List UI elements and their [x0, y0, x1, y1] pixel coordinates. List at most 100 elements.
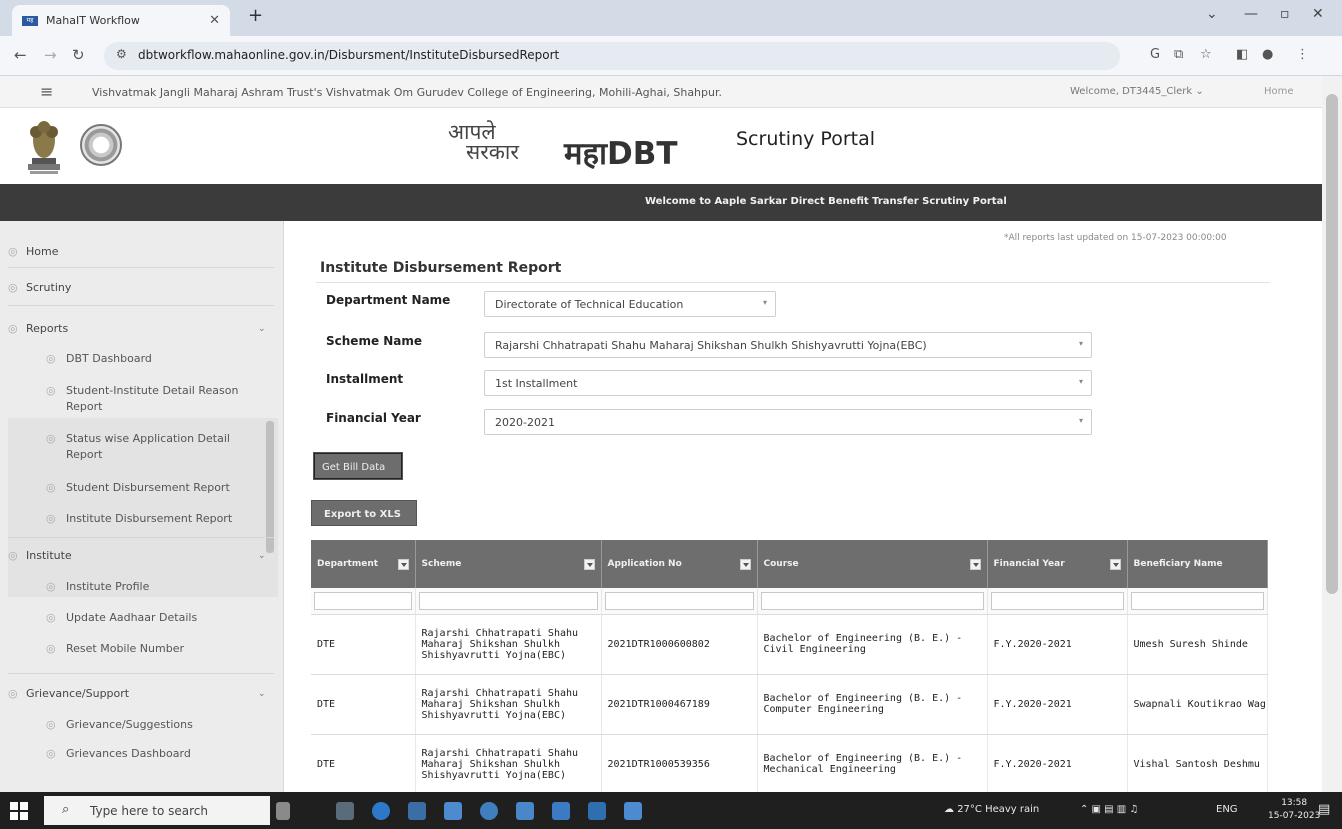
- bookmark-star-icon[interactable]: ☆: [1200, 47, 1212, 62]
- close-window-icon[interactable]: ✕: [1312, 6, 1324, 22]
- side-panel-icon[interactable]: ◧: [1236, 47, 1248, 62]
- taskbar-search-box[interactable]: ⌕ Type here to search: [44, 796, 270, 825]
- sidebar-subitem-grievance-suggestions[interactable]: ◎ Grievance/Suggestions: [0, 718, 270, 731]
- profile-avatar-icon[interactable]: ●: [1262, 47, 1273, 62]
- sidebar-scrollbar[interactable]: [266, 421, 274, 553]
- filter-dropdown-icon[interactable]: [397, 559, 409, 570]
- close-tab-icon[interactable]: ✕: [209, 13, 220, 28]
- department-select[interactable]: Directorate of Technical Education ▾: [484, 291, 776, 317]
- windows-start-icon[interactable]: [10, 802, 28, 820]
- word-icon[interactable]: [552, 802, 570, 820]
- chevron-down-icon[interactable]: ⌄: [258, 689, 266, 699]
- column-header-application-no[interactable]: Application No: [601, 540, 758, 588]
- menu-toggle-icon[interactable]: ≡: [40, 82, 53, 101]
- language-indicator[interactable]: ENG: [1216, 804, 1238, 815]
- scheme-select[interactable]: Rajarshi Chhatrapati Shahu Maharaj Shiks…: [484, 332, 1092, 358]
- sidebar-subitem-update-aadhaar[interactable]: ◎ Update Aadhaar Details: [0, 611, 270, 624]
- google-lens-icon[interactable]: G: [1150, 47, 1160, 62]
- sidebar-subitem-dbt-dashboard[interactable]: ◎ DBT Dashboard: [0, 352, 270, 365]
- excel-icon[interactable]: [588, 802, 606, 820]
- tab-search-chevron-icon[interactable]: ⌄: [1206, 6, 1218, 22]
- system-tray-icons[interactable]: ⌃ ▣ ▤ ▥ ♫: [1080, 804, 1138, 815]
- file-explorer-icon[interactable]: [408, 802, 426, 820]
- sidebar-subitem-institute-disbursement[interactable]: ◎ Institute Disbursement Report: [0, 512, 270, 525]
- chrome-icon[interactable]: [372, 802, 390, 820]
- table-row[interactable]: DTE Rajarshi Chhatrapati Shahu Maharaj S…: [311, 614, 1268, 675]
- weather-widget[interactable]: ☁ 27°C Heavy rain: [944, 804, 1039, 815]
- search-placeholder: Type here to search: [90, 804, 208, 818]
- maximize-icon[interactable]: ▫: [1280, 6, 1290, 22]
- sidebar-item-label: Grievance/Support: [26, 687, 130, 700]
- browser-tab[interactable]: मह MahaIT Workflow ✕: [12, 5, 230, 36]
- mail-icon[interactable]: [516, 802, 534, 820]
- windows-taskbar: ⌕ Type here to search ☁ 27°C Heavy rain …: [0, 792, 1342, 829]
- table-row[interactable]: DTE Rajarshi Chhatrapati Shahu Maharaj S…: [311, 674, 1268, 735]
- notification-icon[interactable]: ▤: [1318, 802, 1330, 817]
- filter-dropdown-icon[interactable]: [969, 559, 981, 570]
- minimize-icon[interactable]: —: [1244, 6, 1258, 22]
- sidebar-subitem-status-wise-report[interactable]: ◎ Status wise Application Detail Report: [0, 431, 262, 463]
- sidebar-subitem-label: Status wise Application Detail Report: [66, 432, 230, 461]
- filter-dropdown-icon[interactable]: [739, 559, 751, 570]
- site-info-icon[interactable]: ⚙: [116, 47, 127, 61]
- url-field[interactable]: ⚙ dbtworkflow.mahaonline.gov.in/Disbursm…: [104, 42, 1120, 70]
- sidebar-item-scrutiny[interactable]: ◎ Scrutiny: [0, 281, 280, 294]
- cell-scheme: Rajarshi Chhatrapati Shahu Maharaj Shiks…: [415, 614, 602, 675]
- sidebar-subitem-institute-profile[interactable]: ◎ Institute Profile: [0, 580, 270, 593]
- reload-icon[interactable]: ↻: [72, 46, 85, 64]
- filter-input-beneficiary-name[interactable]: [1130, 591, 1264, 610]
- filter-input-financial-year[interactable]: [990, 591, 1124, 610]
- filter-input-department[interactable]: [314, 591, 412, 610]
- sidebar-item-institute[interactable]: ◎ Institute: [0, 549, 280, 562]
- cell-department: DTE: [311, 734, 416, 792]
- column-header-beneficiary-name[interactable]: Beneficiary Name: [1127, 540, 1268, 588]
- installment-select[interactable]: 1st Installment ▾: [484, 370, 1092, 396]
- college-name: Vishvatmak Jangli Maharaj Ashram Trust's…: [92, 86, 722, 99]
- sidebar-subitem-student-disbursement[interactable]: ◎ Student Disbursement Report: [0, 481, 270, 494]
- filter-dropdown-icon[interactable]: [583, 559, 595, 570]
- divider: [8, 673, 274, 674]
- table-row[interactable]: DTE Rajarshi Chhatrapati Shahu Maharaj S…: [311, 734, 1268, 792]
- column-header-course[interactable]: Course: [757, 540, 988, 588]
- filter-input-scheme[interactable]: [418, 591, 598, 610]
- sidebar-subitem-student-institute-report[interactable]: ◎ Student-Institute Detail Reason Report: [0, 383, 262, 415]
- column-header-scheme[interactable]: Scheme: [415, 540, 602, 588]
- sarkar-text: सरकार: [466, 140, 519, 164]
- export-xls-button[interactable]: Export to XLS: [311, 500, 417, 526]
- chevron-down-icon[interactable]: ⌄: [258, 551, 266, 561]
- filter-input-course[interactable]: [760, 591, 984, 610]
- sidebar-item-grievance[interactable]: ◎ Grievance/Support: [0, 687, 280, 700]
- taskbar-clock[interactable]: 13:58 15-07-2023: [1268, 797, 1320, 823]
- new-tab-icon[interactable]: +: [248, 5, 263, 26]
- disbursement-table: Department Scheme Application No Course …: [311, 540, 1268, 792]
- filter-input-application-no[interactable]: [604, 591, 754, 610]
- welcome-user-menu[interactable]: Welcome, DT3445_Clerk ⌄: [1070, 86, 1204, 97]
- sidebar-subitem-reset-mobile[interactable]: ◎ Reset Mobile Number: [0, 642, 270, 655]
- opera-icon[interactable]: [480, 802, 498, 820]
- maharashtra-seal-icon: [80, 124, 122, 166]
- app-icon[interactable]: [624, 802, 642, 820]
- table-filter-row: [311, 588, 1268, 615]
- cortana-icon[interactable]: [276, 802, 290, 820]
- share-icon[interactable]: ⧉: [1174, 47, 1183, 62]
- sidebar-item-reports[interactable]: ◎ Reports: [0, 322, 280, 335]
- sidebar-item-label: Home: [26, 245, 59, 258]
- filter-dropdown-icon[interactable]: [1109, 559, 1121, 570]
- page-scrollbar[interactable]: [1322, 76, 1342, 792]
- get-bill-data-button[interactable]: Get Bill Data: [313, 452, 403, 480]
- forward-icon[interactable]: →: [44, 46, 57, 64]
- task-view-icon[interactable]: [336, 802, 354, 820]
- cell-beneficiary-name: Umesh Suresh Shinde: [1127, 614, 1268, 675]
- column-header-financial-year[interactable]: Financial Year: [987, 540, 1128, 588]
- back-icon[interactable]: ←: [14, 46, 27, 64]
- sidebar-subitem-grievances-dashboard[interactable]: ◎ Grievances Dashboard: [0, 747, 270, 760]
- filter-cell: [601, 588, 758, 615]
- browser-menu-icon[interactable]: ⋮: [1296, 47, 1309, 62]
- home-link[interactable]: Home: [1264, 86, 1294, 97]
- page-scrollbar-thumb[interactable]: [1326, 94, 1338, 594]
- calculator-icon[interactable]: [444, 802, 462, 820]
- sidebar-item-home[interactable]: ◎ Home: [0, 245, 280, 258]
- column-header-department[interactable]: Department: [311, 540, 416, 588]
- chevron-down-icon[interactable]: ⌄: [258, 324, 266, 334]
- financial-year-select[interactable]: 2020-2021 ▾: [484, 409, 1092, 435]
